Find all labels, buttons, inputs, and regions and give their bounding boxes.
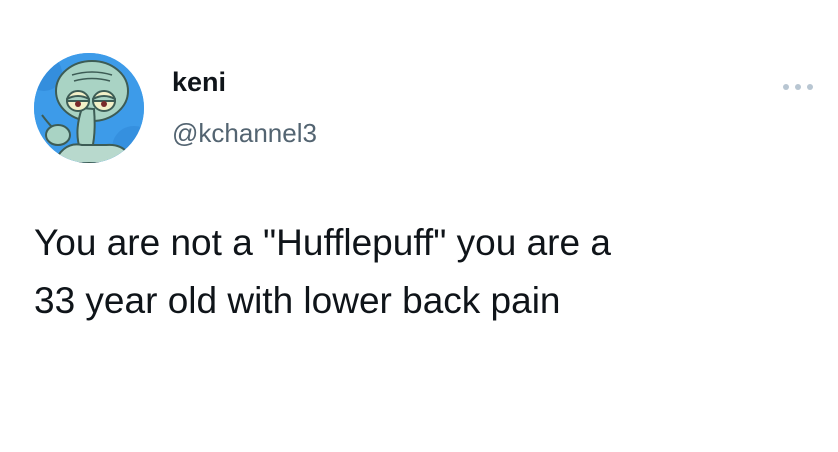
tweet-text-line: 33 year old with lower back pain — [34, 280, 561, 321]
tweet-card: keni @kchannel3 You are not a "Hufflepuf… — [0, 0, 838, 452]
author-display-name[interactable]: keni — [172, 66, 226, 98]
avatar[interactable] — [34, 53, 144, 163]
squidward-avatar-icon — [34, 53, 144, 163]
author-handle[interactable]: @kchannel3 — [172, 117, 317, 149]
more-options-icon — [783, 84, 813, 90]
more-options-button[interactable] — [778, 76, 818, 98]
tweet-text: You are not a "Hufflepuff" you are a 33 … — [34, 214, 814, 330]
tweet-text-line: You are not a "Hufflepuff" you are a — [34, 222, 611, 263]
